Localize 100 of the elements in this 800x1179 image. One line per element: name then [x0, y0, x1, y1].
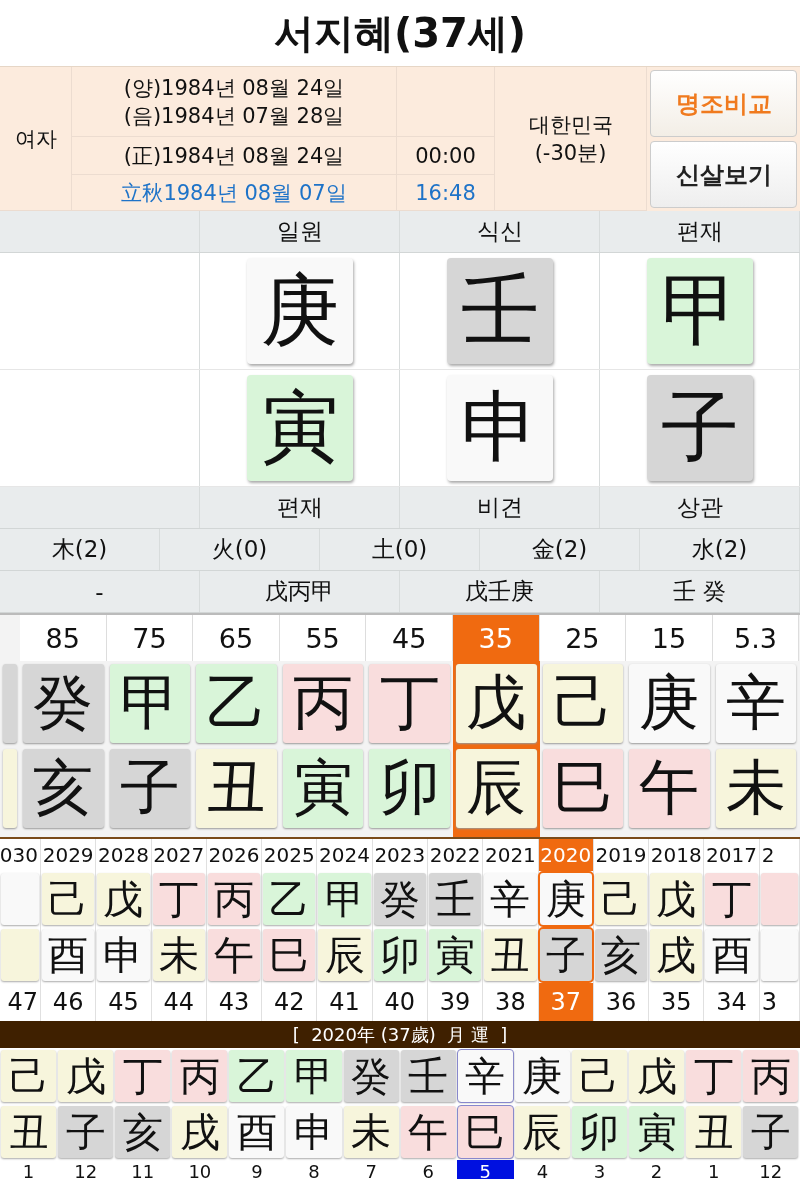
branch-tile[interactable]	[1, 929, 39, 981]
branch-tile[interactable]: 午	[629, 749, 710, 828]
stem-tile[interactable]: 庚	[539, 873, 592, 925]
stem-tile[interactable]: 戊	[455, 664, 537, 743]
branch-tile[interactable]: 申	[97, 929, 150, 981]
stem-tile[interactable]: 辛	[715, 664, 797, 743]
branch-tile[interactable]: 子	[743, 1106, 799, 1158]
stem-tile[interactable]: 甲	[318, 873, 371, 925]
decade-age[interactable]: 15	[626, 615, 713, 661]
branch-tile[interactable]: 巳	[542, 749, 624, 828]
branch-tile[interactable]: 卯	[369, 749, 450, 828]
month-label[interactable]: 12	[57, 1160, 115, 1179]
stem-tile[interactable]: 丁	[115, 1050, 171, 1102]
stem-tile[interactable]: 戊	[650, 873, 703, 925]
branch-tile[interactable]: 丑	[1, 1106, 57, 1158]
stem-tile[interactable]: 己	[1, 1050, 57, 1102]
branch-tile[interactable]: 酉	[229, 1106, 285, 1158]
branch-tile[interactable]: 申	[286, 1106, 342, 1158]
stem-tile[interactable]: 丙	[743, 1050, 799, 1102]
year-label[interactable]: 2026	[206, 839, 262, 871]
month-label[interactable]: 12	[742, 1160, 800, 1179]
decade-age[interactable]: 25	[539, 615, 627, 661]
month-label[interactable]: 6	[399, 1160, 457, 1179]
branch-tile[interactable]: 寅	[629, 1106, 685, 1158]
year-label[interactable]: 2029	[41, 839, 96, 871]
stem-tile[interactable]: 己	[594, 873, 648, 925]
branch-tile[interactable]	[3, 749, 17, 828]
decade-age[interactable]: 85	[20, 615, 107, 661]
decade-age[interactable]: 65	[193, 615, 280, 661]
year-label[interactable]: 2025	[262, 839, 317, 871]
month-label[interactable]: 5	[456, 1160, 514, 1179]
stem-tile[interactable]	[1, 873, 39, 925]
month-label[interactable]: 7	[342, 1160, 400, 1179]
stem-tile[interactable]: 丁	[152, 873, 205, 925]
branch-tile[interactable]: 酉	[705, 929, 758, 981]
month-label[interactable]: 11	[114, 1160, 172, 1179]
branch-tile[interactable]: 午	[207, 929, 261, 981]
year-label[interactable]: 2018	[649, 839, 704, 871]
stem-tile[interactable]: 己	[542, 664, 624, 743]
branch-tile[interactable]: 辰	[455, 749, 537, 828]
stem-tile[interactable]: 戊	[58, 1050, 114, 1102]
branch-tile[interactable]: 丑	[484, 929, 537, 981]
year-label[interactable]: 2019	[593, 839, 649, 871]
stem-tile[interactable]	[760, 873, 798, 925]
year-label[interactable]: 2021	[483, 839, 538, 871]
decade-age[interactable]: 55	[279, 615, 367, 661]
month-label[interactable]: 3	[570, 1160, 629, 1179]
decade-age[interactable]: 75	[106, 615, 194, 661]
month-label[interactable]: 1	[0, 1160, 58, 1179]
branch-tile[interactable]: 寅	[282, 749, 364, 828]
branch-tile[interactable]: 戌	[172, 1106, 228, 1158]
branch-tile[interactable]: 丑	[196, 749, 277, 828]
branch-tile[interactable]: 子	[58, 1106, 114, 1158]
branch-tile[interactable]: 寅	[428, 929, 482, 981]
year-label[interactable]: 2022	[427, 839, 483, 871]
month-label[interactable]: 4	[513, 1160, 571, 1179]
decade-age[interactable]: 5.3	[712, 615, 800, 661]
branch-tile[interactable]: 亥	[23, 749, 104, 828]
stem-tile[interactable]: 丙	[207, 873, 261, 925]
stem-tile[interactable]: 丁	[369, 664, 450, 743]
year-label[interactable]: 2028	[96, 839, 151, 871]
branch-tile[interactable]: 卯	[571, 1106, 628, 1158]
stem-tile[interactable]: 丙	[282, 664, 364, 743]
month-label[interactable]: 1	[685, 1160, 743, 1179]
stem-tile[interactable]: 戊	[629, 1050, 685, 1102]
stem-tile[interactable]	[3, 664, 17, 743]
branch-tile[interactable]: 子	[109, 749, 191, 828]
branch-tile[interactable]: 卯	[373, 929, 426, 981]
branch-tile[interactable]: 巳	[457, 1106, 513, 1158]
branch-tile[interactable]	[760, 929, 798, 981]
branch-tile[interactable]: 子	[539, 929, 592, 981]
year-label[interactable]: 2017	[704, 839, 759, 871]
branch-tile[interactable]: 午	[400, 1106, 456, 1158]
branch-tile[interactable]: 丑	[686, 1106, 742, 1158]
stem-tile[interactable]: 丙	[172, 1050, 228, 1102]
stem-tile[interactable]: 戊	[97, 873, 150, 925]
branch-tile[interactable]: 辰	[318, 929, 371, 981]
month-label[interactable]: 8	[285, 1160, 343, 1179]
branch-tile[interactable]: 亥	[594, 929, 648, 981]
branch-tile[interactable]: 辰	[514, 1106, 570, 1158]
stem-tile[interactable]: 乙	[263, 873, 316, 925]
decade-age[interactable]: 45	[366, 615, 453, 661]
branch-tile[interactable]: 戌	[650, 929, 703, 981]
branch-tile[interactable]: 巳	[263, 929, 316, 981]
stem-tile[interactable]: 己	[42, 873, 95, 925]
stem-tile[interactable]: 癸	[343, 1050, 399, 1102]
branch-tile[interactable]: 未	[152, 929, 205, 981]
stem-tile[interactable]: 壬	[400, 1050, 456, 1102]
stem-tile[interactable]: 癸	[23, 664, 104, 743]
branch-tile[interactable]: 酉	[42, 929, 95, 981]
stem-tile[interactable]: 丁	[705, 873, 758, 925]
branch-tile[interactable]: 未	[343, 1106, 399, 1158]
year-label[interactable]: 2024	[317, 839, 372, 871]
year-label[interactable]: 2	[759, 839, 799, 871]
stem-tile[interactable]: 辛	[484, 873, 537, 925]
branch-tile[interactable]: 未	[715, 749, 797, 828]
action-button[interactable]: 신살보기	[650, 141, 797, 208]
stem-tile[interactable]: 辛	[457, 1050, 513, 1102]
month-label[interactable]: 9	[228, 1160, 286, 1179]
stem-tile[interactable]: 甲	[286, 1050, 342, 1102]
